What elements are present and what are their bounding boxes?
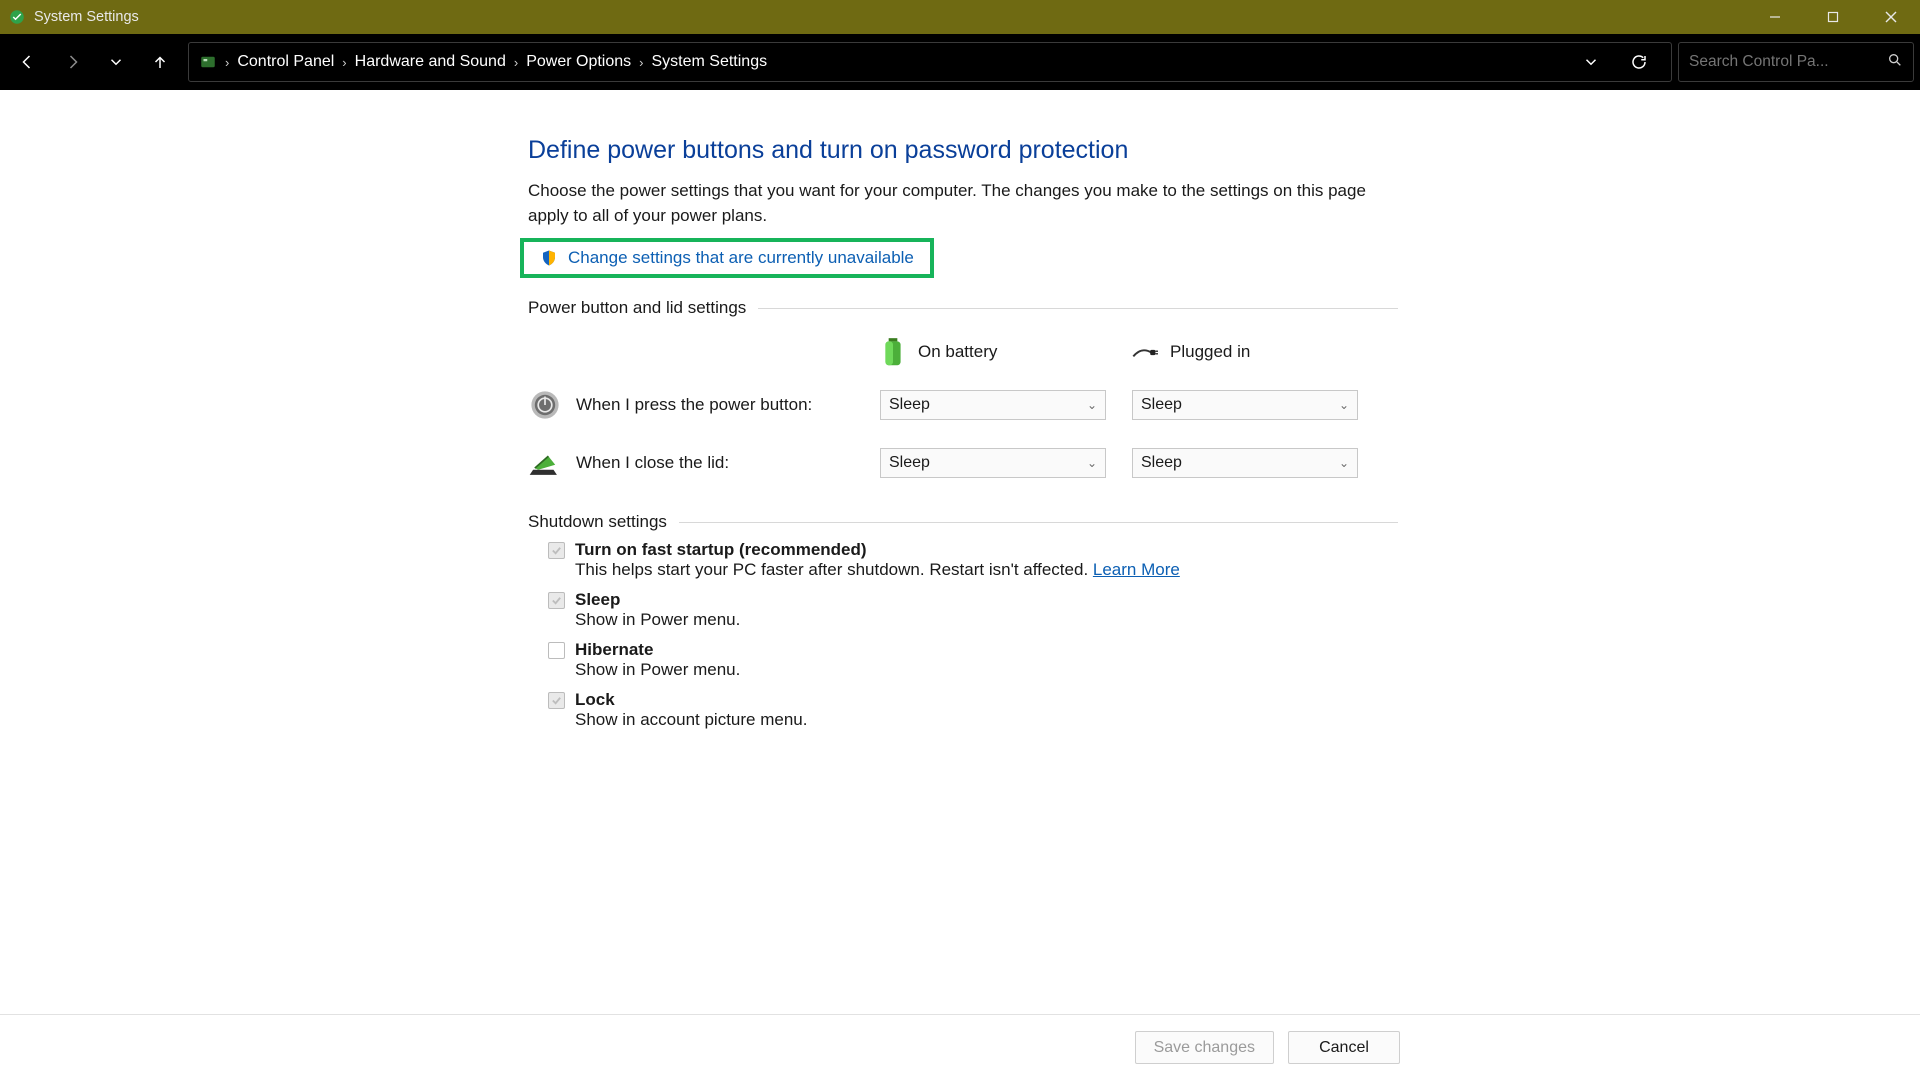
checkbox-label: Hibernate (575, 640, 653, 660)
checkbox-label: Lock (575, 690, 615, 710)
content-area: Define power buttons and turn on passwor… (0, 90, 1920, 1014)
chevron-down-icon: ⌄ (1339, 398, 1349, 412)
app-icon (8, 8, 26, 26)
breadcrumb[interactable]: System Settings (651, 53, 767, 71)
checkbox-description: Show in Power menu. (575, 610, 1398, 630)
address-dropdown-button[interactable] (1569, 42, 1613, 82)
chevron-right-icon: › (342, 55, 346, 70)
admin-link-text: Change settings that are currently unava… (568, 248, 914, 268)
fast-startup-item: Turn on fast startup (recommended) This … (548, 540, 1398, 580)
shield-icon (540, 249, 558, 267)
breadcrumb[interactable]: Power Options (526, 53, 631, 71)
cancel-button[interactable]: Cancel (1288, 1031, 1400, 1064)
breadcrumb[interactable]: Hardware and Sound (355, 53, 506, 71)
lock-checkbox[interactable] (548, 692, 565, 709)
navbar: › Control Panel › Hardware and Sound › P… (0, 34, 1920, 90)
close-lid-plugged-in-select[interactable]: Sleep ⌄ (1132, 448, 1358, 478)
select-value: Sleep (1141, 454, 1182, 472)
page-title: Define power buttons and turn on passwor… (528, 136, 1398, 165)
save-changes-button[interactable]: Save changes (1135, 1031, 1274, 1064)
group-title: Power button and lid settings (528, 298, 746, 318)
address-bar[interactable]: › Control Panel › Hardware and Sound › P… (188, 42, 1672, 82)
minimize-button[interactable] (1746, 0, 1804, 34)
hibernate-item: Hibernate Show in Power menu. (548, 640, 1398, 680)
window-title: System Settings (34, 9, 139, 25)
close-lid-on-battery-select[interactable]: Sleep ⌄ (880, 448, 1106, 478)
control-panel-icon (199, 53, 217, 71)
search-input[interactable] (1689, 53, 1859, 71)
plug-icon (1132, 337, 1158, 367)
page-intro: Choose the power settings that you want … (528, 179, 1388, 228)
laptop-lid-icon (528, 446, 562, 480)
sleep-item: Sleep Show in Power menu. (548, 590, 1398, 630)
checkbox-label: Sleep (575, 590, 620, 610)
select-value: Sleep (889, 454, 930, 472)
power-button-icon (528, 388, 562, 422)
chevron-right-icon: › (639, 55, 643, 70)
checkbox-label: Turn on fast startup (recommended) (575, 540, 867, 560)
sleep-checkbox[interactable] (548, 592, 565, 609)
shutdown-settings-list: Turn on fast startup (recommended) This … (528, 540, 1398, 730)
lock-item: Lock Show in account picture menu. (548, 690, 1398, 730)
chevron-right-icon: › (225, 55, 229, 70)
recent-locations-button[interactable] (94, 42, 138, 82)
power-button-row: When I press the power button: Sleep ⌄ S… (528, 376, 1398, 434)
checkbox-description: This helps start your PC faster after sh… (575, 560, 1398, 580)
divider (679, 522, 1398, 523)
up-button[interactable] (138, 42, 182, 82)
close-button[interactable] (1862, 0, 1920, 34)
power-button-and-lid-group: Power button and lid settings On battery (528, 298, 1398, 492)
back-button[interactable] (6, 42, 50, 82)
chevron-down-icon: ⌄ (1339, 456, 1349, 470)
chevron-right-icon: › (514, 55, 518, 70)
fast-startup-checkbox[interactable] (548, 542, 565, 559)
search-icon (1887, 52, 1903, 72)
select-value: Sleep (889, 396, 930, 414)
learn-more-link[interactable]: Learn More (1093, 560, 1180, 579)
chevron-down-icon: ⌄ (1087, 398, 1097, 412)
column-on-battery: On battery (918, 342, 997, 362)
close-lid-row: When I close the lid: Sleep ⌄ Sleep ⌄ (528, 434, 1398, 492)
checkbox-description: Show in Power menu. (575, 660, 1398, 680)
power-button-plugged-in-select[interactable]: Sleep ⌄ (1132, 390, 1358, 420)
shutdown-settings-group: Shutdown settings Turn on fast startup (… (528, 512, 1398, 730)
footer: Save changes Cancel (0, 1014, 1920, 1080)
breadcrumb[interactable]: Control Panel (237, 53, 334, 71)
select-value: Sleep (1141, 396, 1182, 414)
change-unavailable-settings-link[interactable]: Change settings that are currently unava… (520, 238, 934, 278)
battery-icon (880, 337, 906, 367)
titlebar: System Settings (0, 0, 1920, 34)
group-title: Shutdown settings (528, 512, 667, 532)
row-label: When I press the power button: (576, 395, 812, 415)
checkbox-description: Show in account picture menu. (575, 710, 1398, 730)
search-box[interactable] (1678, 42, 1914, 82)
forward-button[interactable] (50, 42, 94, 82)
hibernate-checkbox[interactable] (548, 642, 565, 659)
power-button-on-battery-select[interactable]: Sleep ⌄ (880, 390, 1106, 420)
divider (758, 308, 1398, 309)
chevron-down-icon: ⌄ (1087, 456, 1097, 470)
maximize-button[interactable] (1804, 0, 1862, 34)
power-settings-table: On battery Plugged in When I pr (528, 328, 1398, 492)
row-label: When I close the lid: (576, 453, 729, 473)
page: Define power buttons and turn on passwor… (528, 136, 1398, 740)
refresh-button[interactable] (1617, 42, 1661, 82)
column-plugged-in: Plugged in (1170, 342, 1250, 362)
